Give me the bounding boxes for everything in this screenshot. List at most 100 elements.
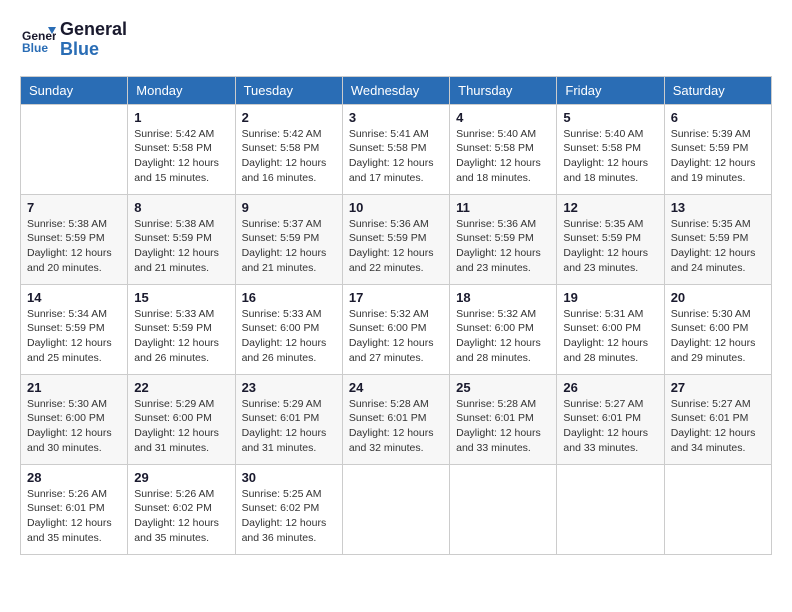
day-number: 25 [456, 380, 550, 395]
day-number: 17 [349, 290, 443, 305]
day-info: Sunrise: 5:41 AMSunset: 5:58 PMDaylight:… [349, 127, 443, 186]
calendar-week-row: 21 Sunrise: 5:30 AMSunset: 6:00 PMDayligh… [21, 374, 772, 464]
logo: General Blue General Blue [20, 20, 127, 60]
day-info: Sunrise: 5:33 AMSunset: 5:59 PMDaylight:… [134, 307, 228, 366]
day-number: 1 [134, 110, 228, 125]
day-number: 9 [242, 200, 336, 215]
calendar-cell: 24 Sunrise: 5:28 AMSunset: 6:01 PMDayligh… [342, 374, 449, 464]
calendar-cell: 30 Sunrise: 5:25 AMSunset: 6:02 PMDayligh… [235, 464, 342, 554]
svg-text:Blue: Blue [22, 41, 48, 55]
day-info: Sunrise: 5:30 AMSunset: 6:00 PMDaylight:… [671, 307, 765, 366]
day-info: Sunrise: 5:28 AMSunset: 6:01 PMDaylight:… [349, 397, 443, 456]
day-number: 16 [242, 290, 336, 305]
day-number: 26 [563, 380, 657, 395]
day-info: Sunrise: 5:29 AMSunset: 6:00 PMDaylight:… [134, 397, 228, 456]
calendar-cell: 26 Sunrise: 5:27 AMSunset: 6:01 PMDayligh… [557, 374, 664, 464]
day-number: 18 [456, 290, 550, 305]
calendar-cell: 28 Sunrise: 5:26 AMSunset: 6:01 PMDayligh… [21, 464, 128, 554]
day-info: Sunrise: 5:36 AMSunset: 5:59 PMDaylight:… [456, 217, 550, 276]
day-number: 6 [671, 110, 765, 125]
weekday-header-friday: Friday [557, 76, 664, 104]
day-info: Sunrise: 5:38 AMSunset: 5:59 PMDaylight:… [134, 217, 228, 276]
calendar-cell: 23Sunrise: 5:29 AMSunset: 6:01 PMDayligh… [235, 374, 342, 464]
calendar-cell: 18 Sunrise: 5:32 AMSunset: 6:00 PMDayligh… [450, 284, 557, 374]
day-info: Sunrise: 5:38 AMSunset: 5:59 PMDaylight:… [27, 217, 121, 276]
calendar-cell: 13Sunrise: 5:35 AMSunset: 5:59 PMDayligh… [664, 194, 771, 284]
day-info: Sunrise: 5:42 AMSunset: 5:58 PMDaylight:… [134, 127, 228, 186]
calendar-cell: 22 Sunrise: 5:29 AMSunset: 6:00 PMDayligh… [128, 374, 235, 464]
calendar-cell [664, 464, 771, 554]
calendar-cell: 17 Sunrise: 5:32 AMSunset: 6:00 PMDayligh… [342, 284, 449, 374]
day-number: 7 [27, 200, 121, 215]
day-info: Sunrise: 5:31 AMSunset: 6:00 PMDaylight:… [563, 307, 657, 366]
day-number: 13 [671, 200, 765, 215]
day-number: 27 [671, 380, 765, 395]
weekday-header-tuesday: Tuesday [235, 76, 342, 104]
day-number: 5 [563, 110, 657, 125]
calendar-cell: 4 Sunrise: 5:40 AMSunset: 5:58 PMDaylight… [450, 104, 557, 194]
day-info: Sunrise: 5:30 AMSunset: 6:00 PMDaylight:… [27, 397, 121, 456]
day-number: 14 [27, 290, 121, 305]
day-info: Sunrise: 5:26 AMSunset: 6:02 PMDaylight:… [134, 487, 228, 546]
day-number: 24 [349, 380, 443, 395]
calendar-cell: 8 Sunrise: 5:38 AMSunset: 5:59 PMDaylight… [128, 194, 235, 284]
day-info: Sunrise: 5:40 AMSunset: 5:58 PMDaylight:… [456, 127, 550, 186]
day-info: Sunrise: 5:39 AMSunset: 5:59 PMDaylight:… [671, 127, 765, 186]
day-info: Sunrise: 5:27 AMSunset: 6:01 PMDaylight:… [671, 397, 765, 456]
day-info: Sunrise: 5:40 AMSunset: 5:58 PMDaylight:… [563, 127, 657, 186]
calendar-cell: 5 Sunrise: 5:40 AMSunset: 5:58 PMDaylight… [557, 104, 664, 194]
calendar-cell: 14 Sunrise: 5:34 AMSunset: 5:59 PMDayligh… [21, 284, 128, 374]
day-info: Sunrise: 5:35 AMSunset: 5:59 PMDaylight:… [563, 217, 657, 276]
calendar-cell: 2 Sunrise: 5:42 AMSunset: 5:58 PMDaylight… [235, 104, 342, 194]
day-number: 8 [134, 200, 228, 215]
calendar-cell: 12Sunrise: 5:35 AMSunset: 5:59 PMDayligh… [557, 194, 664, 284]
day-number: 2 [242, 110, 336, 125]
day-number: 22 [134, 380, 228, 395]
weekday-header-sunday: Sunday [21, 76, 128, 104]
calendar-cell [342, 464, 449, 554]
calendar-week-row: 1 Sunrise: 5:42 AMSunset: 5:58 PMDaylight… [21, 104, 772, 194]
calendar-header-row: SundayMondayTuesdayWednesdayThursdayFrid… [21, 76, 772, 104]
day-number: 21 [27, 380, 121, 395]
calendar-cell: 15 Sunrise: 5:33 AMSunset: 5:59 PMDayligh… [128, 284, 235, 374]
logo-icon: General Blue [20, 22, 56, 58]
day-info: Sunrise: 5:28 AMSunset: 6:01 PMDaylight:… [456, 397, 550, 456]
day-number: 4 [456, 110, 550, 125]
day-number: 19 [563, 290, 657, 305]
day-number: 10 [349, 200, 443, 215]
calendar-cell: 19 Sunrise: 5:31 AMSunset: 6:00 PMDayligh… [557, 284, 664, 374]
calendar-cell [450, 464, 557, 554]
day-info: Sunrise: 5:36 AMSunset: 5:59 PMDaylight:… [349, 217, 443, 276]
page-header: General Blue General Blue [20, 20, 772, 60]
calendar-cell: 10 Sunrise: 5:36 AMSunset: 5:59 PMDayligh… [342, 194, 449, 284]
calendar-cell: 25 Sunrise: 5:28 AMSunset: 6:01 PMDayligh… [450, 374, 557, 464]
calendar-cell: 16Sunrise: 5:33 AMSunset: 6:00 PMDayligh… [235, 284, 342, 374]
day-info: Sunrise: 5:42 AMSunset: 5:58 PMDaylight:… [242, 127, 336, 186]
calendar-cell: 1 Sunrise: 5:42 AMSunset: 5:58 PMDaylight… [128, 104, 235, 194]
calendar-cell: 20Sunrise: 5:30 AMSunset: 6:00 PMDayligh… [664, 284, 771, 374]
calendar-cell: 21 Sunrise: 5:30 AMSunset: 6:00 PMDayligh… [21, 374, 128, 464]
day-number: 11 [456, 200, 550, 215]
day-info: Sunrise: 5:32 AMSunset: 6:00 PMDaylight:… [456, 307, 550, 366]
calendar-cell [557, 464, 664, 554]
logo-text: General Blue [60, 20, 127, 60]
weekday-header-thursday: Thursday [450, 76, 557, 104]
day-info: Sunrise: 5:25 AMSunset: 6:02 PMDaylight:… [242, 487, 336, 546]
day-info: Sunrise: 5:27 AMSunset: 6:01 PMDaylight:… [563, 397, 657, 456]
calendar-cell: 7 Sunrise: 5:38 AMSunset: 5:59 PMDaylight… [21, 194, 128, 284]
day-number: 3 [349, 110, 443, 125]
calendar-week-row: 14 Sunrise: 5:34 AMSunset: 5:59 PMDayligh… [21, 284, 772, 374]
day-number: 28 [27, 470, 121, 485]
day-info: Sunrise: 5:26 AMSunset: 6:01 PMDaylight:… [27, 487, 121, 546]
day-number: 30 [242, 470, 336, 485]
calendar-table: SundayMondayTuesdayWednesdayThursdayFrid… [20, 76, 772, 555]
day-info: Sunrise: 5:34 AMSunset: 5:59 PMDaylight:… [27, 307, 121, 366]
day-number: 15 [134, 290, 228, 305]
day-number: 29 [134, 470, 228, 485]
day-info: Sunrise: 5:32 AMSunset: 6:00 PMDaylight:… [349, 307, 443, 366]
weekday-header-monday: Monday [128, 76, 235, 104]
calendar-cell [21, 104, 128, 194]
day-number: 23 [242, 380, 336, 395]
day-info: Sunrise: 5:37 AMSunset: 5:59 PMDaylight:… [242, 217, 336, 276]
calendar-cell: 9 Sunrise: 5:37 AMSunset: 5:59 PMDaylight… [235, 194, 342, 284]
